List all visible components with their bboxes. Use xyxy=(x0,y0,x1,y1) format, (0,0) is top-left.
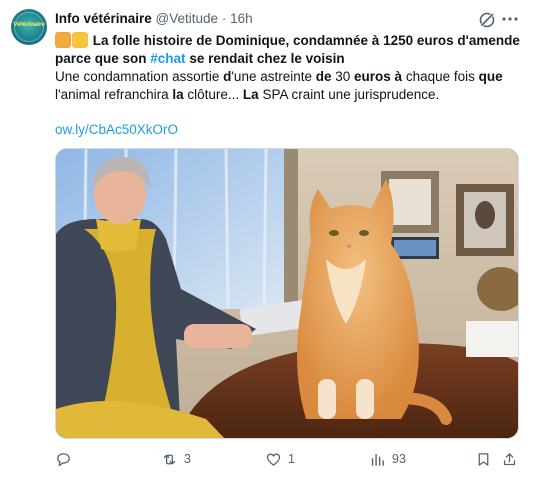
text-segment: que xyxy=(478,69,503,84)
text-segment: l'animal refranchira xyxy=(55,87,173,102)
tweet[interactable]: Vétérinaire Info vétérinaire @Vetitude ·… xyxy=(0,0,537,480)
retweet-count: 3 xyxy=(184,452,191,466)
bookmark-button[interactable] xyxy=(475,449,492,469)
separator-dot: · xyxy=(221,11,227,26)
grok-icon[interactable] xyxy=(478,11,496,29)
cat-emoji-icon xyxy=(55,32,71,48)
text-segment: La xyxy=(242,87,259,102)
like-button[interactable]: 1 xyxy=(265,449,295,469)
views-count: 93 xyxy=(392,452,406,466)
timestamp[interactable]: 16h xyxy=(230,11,253,26)
text-segment: de xyxy=(315,69,332,84)
text-segment: SPA craint une jurisprudence. xyxy=(258,87,440,102)
retweet-icon xyxy=(163,454,176,464)
text-segment: 'une astreinte xyxy=(231,69,316,84)
tweet-photo[interactable] xyxy=(55,148,519,439)
photo-woman-with-orange-cat xyxy=(56,149,518,438)
author-name[interactable]: Info vétérinaire xyxy=(55,11,152,26)
text-segment: Une condamnation assortie xyxy=(55,69,224,84)
text-line-1: La folle histoire de Dominique, condamné… xyxy=(55,32,525,50)
share-icon xyxy=(503,452,516,465)
headline-part-2: parce que son xyxy=(55,51,151,66)
headline-part-1: La folle histoire de Dominique, condamné… xyxy=(92,33,520,48)
action-bar: 3 1 93 xyxy=(55,449,525,471)
more-icon[interactable] xyxy=(502,17,518,21)
heart-icon xyxy=(266,453,281,466)
headline-part-3: se rendait chez le voisin xyxy=(185,51,345,66)
share-button[interactable] xyxy=(501,449,518,469)
author-handle[interactable]: @Vetitude xyxy=(156,11,219,26)
avatar-logo-text: Vétérinaire xyxy=(13,21,45,28)
article-link[interactable]: ow.ly/CbAc50XkOrO xyxy=(55,122,178,137)
scream-emoji-icon xyxy=(72,32,88,48)
views-icon xyxy=(371,453,384,466)
text-line-4: l'animal refranchira la clôture... La SP… xyxy=(55,86,525,104)
tweet-header: Info vétérinaire @Vetitude · 16h xyxy=(55,11,253,26)
tweet-text: La folle histoire de Dominique, condamné… xyxy=(55,32,525,104)
reply-icon xyxy=(57,452,70,466)
text-line-3: Une condamnation assortie d'une astreint… xyxy=(55,68,525,86)
bookmark-icon xyxy=(478,452,489,466)
text-segment: la xyxy=(172,87,184,102)
text-segment: clôture... xyxy=(183,87,243,102)
like-count: 1 xyxy=(288,452,295,466)
text-segment: euros à xyxy=(354,69,403,84)
text-segment: 30 xyxy=(331,69,355,84)
text-segment: chaque fois xyxy=(402,69,479,84)
text-line-2: parce que son #chat se rendait chez le v… xyxy=(55,50,525,68)
views-button[interactable]: 93 xyxy=(369,449,406,469)
retweet-button[interactable]: 3 xyxy=(161,449,191,469)
reply-button[interactable] xyxy=(55,449,78,469)
avatar[interactable]: Vétérinaire xyxy=(11,9,47,45)
hashtag-chat[interactable]: #chat xyxy=(150,51,185,66)
